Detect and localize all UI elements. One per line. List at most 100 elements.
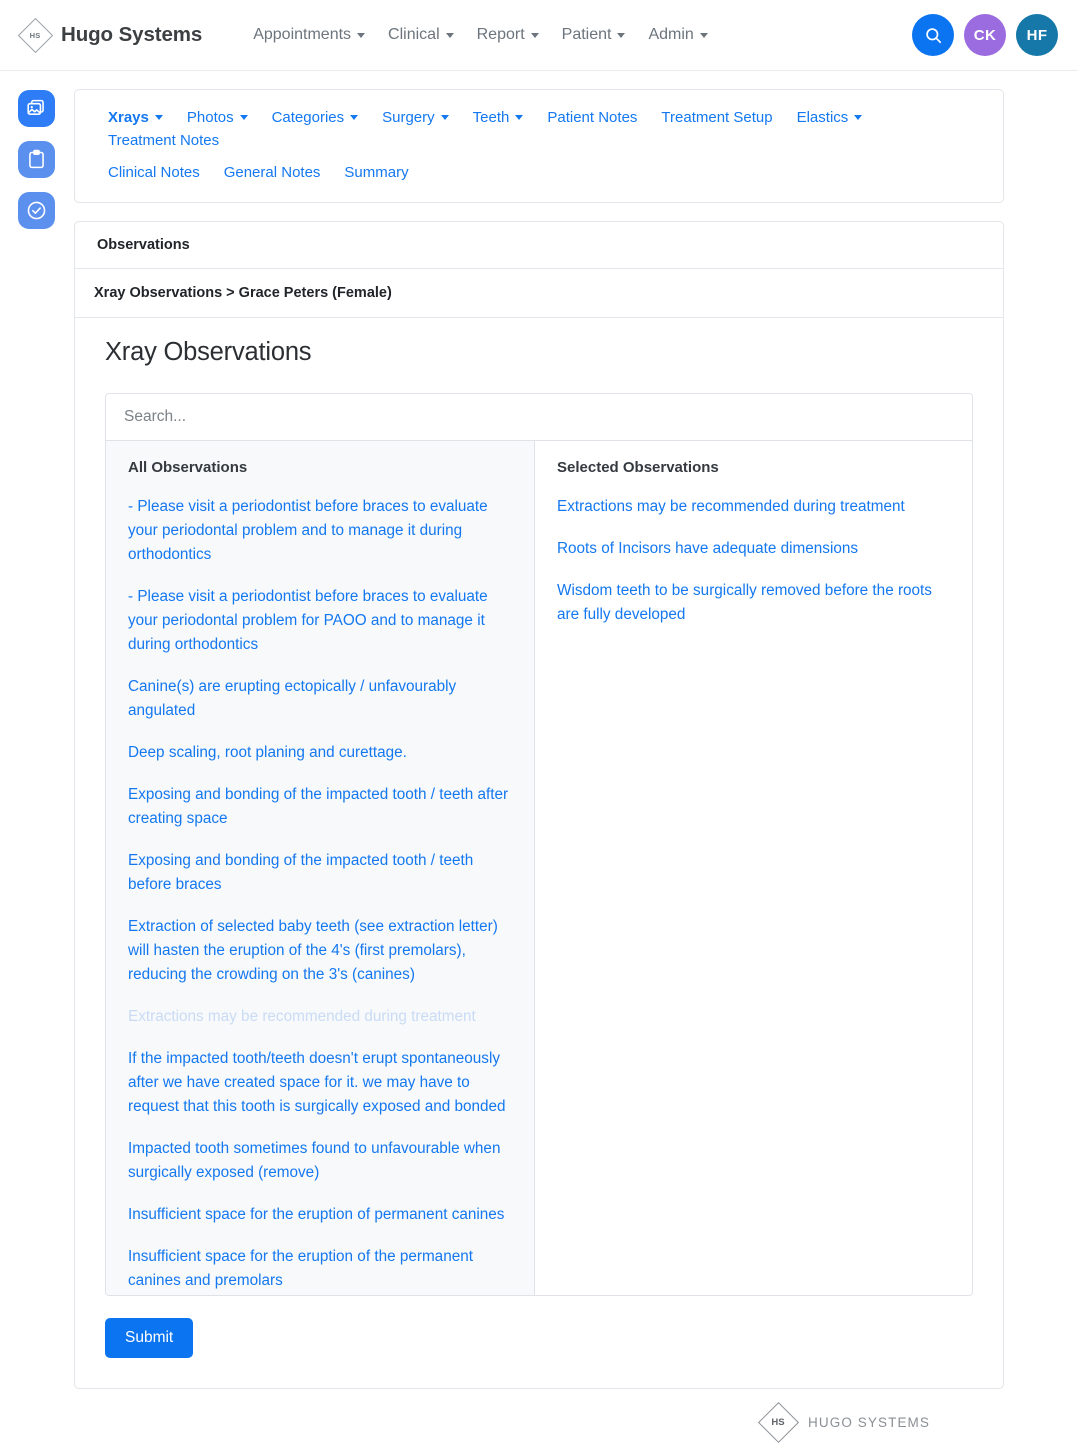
section-tabs-card: Xrays Photos Categories Surgery Teeth Pa…: [74, 89, 1004, 203]
footer-brand-name: HUGO SYSTEMS: [808, 1414, 930, 1430]
nav-item-clinical[interactable]: Clinical: [377, 18, 465, 52]
tab-clinical-notes[interactable]: Clinical Notes: [99, 161, 209, 184]
tab-label: Elastics: [796, 109, 849, 126]
avatar-initials: CK: [973, 26, 997, 44]
nav-item-label: Report: [476, 26, 525, 43]
tab-patient-notes[interactable]: Patient Notes: [538, 106, 646, 129]
nav-item-report[interactable]: Report: [466, 18, 550, 52]
page-content: Xrays Photos Categories Surgery Teeth Pa…: [0, 71, 1078, 1443]
tab-elastics[interactable]: Elastics: [788, 106, 872, 129]
observations-header: Observations: [75, 222, 1003, 269]
observations-body: Xray Observations All Observations - Ple…: [75, 318, 1003, 1296]
list-item[interactable]: Roots of Incisors have adequate dimensio…: [557, 537, 950, 561]
brand-mark-text: HS: [29, 30, 41, 40]
search-icon: [925, 27, 941, 43]
list-item[interactable]: Exposing and bonding of the impacted too…: [128, 849, 512, 897]
list-item[interactable]: Insufficient space for the eruption of t…: [128, 1245, 512, 1293]
page-title: Xray Observations: [105, 338, 312, 366]
chevron-down-icon: [515, 115, 524, 120]
chevron-down-icon: [617, 32, 626, 38]
list-item[interactable]: Extraction of selected baby teeth (see e…: [128, 915, 512, 987]
list-item[interactable]: - Please visit a periodontist before bra…: [128, 585, 512, 657]
tab-label: Teeth: [472, 109, 510, 126]
tab-label: Treatment Notes: [108, 132, 220, 149]
footer-hugo-diamond-icon: HS: [757, 1401, 799, 1443]
rail-button-tasks[interactable]: [18, 192, 55, 229]
chevron-down-icon: [357, 32, 366, 38]
nav-item-label: Admin: [648, 26, 694, 43]
avatar-ck[interactable]: CK: [964, 14, 1006, 56]
nav-item-appointments[interactable]: Appointments: [242, 18, 376, 52]
list-item[interactable]: Wisdom teeth to be surgically removed be…: [557, 579, 950, 627]
avatar-hf[interactable]: HF: [1016, 14, 1058, 56]
tab-label: Patient Notes: [547, 109, 638, 126]
tab-label: Photos: [186, 109, 234, 126]
tab-label: Surgery: [382, 109, 435, 126]
rail-button-clipboard[interactable]: [18, 141, 55, 178]
picker-panes: All Observations - Please visit a period…: [106, 441, 972, 1295]
nav-item-patient[interactable]: Patient: [551, 18, 637, 52]
selected-observations-pane[interactable]: Selected Observations Extractions may be…: [535, 441, 972, 1295]
hugo-diamond-icon: HS: [18, 18, 52, 52]
photos-icon: [27, 99, 44, 115]
chevron-down-icon: [154, 115, 163, 120]
tab-photos[interactable]: Photos: [178, 106, 257, 129]
list-item-disabled: Extractions may be recommended during tr…: [128, 1008, 476, 1025]
tab-label: Categories: [271, 109, 345, 126]
list-item[interactable]: Canine(s) are erupting ectopically / unf…: [128, 675, 512, 723]
rail-button-photos[interactable]: [18, 90, 55, 127]
nav-item-admin[interactable]: Admin: [637, 18, 718, 52]
list-item[interactable]: Insufficient space for the eruption of p…: [128, 1203, 512, 1227]
list-item[interactable]: - Please visit a periodontist before bra…: [128, 495, 512, 567]
list-item[interactable]: Deep scaling, root planing and curettage…: [128, 741, 512, 765]
footer-mark-text: HS: [771, 1416, 785, 1428]
tab-label: Xrays: [108, 109, 149, 126]
chevron-down-icon: [350, 115, 359, 120]
tab-label: Summary: [344, 164, 409, 181]
top-navbar: HS Hugo Systems Appointments Clinical Re…: [0, 0, 1078, 71]
brand-logo[interactable]: HS Hugo Systems: [18, 18, 203, 52]
search-input[interactable]: [106, 394, 972, 441]
tab-treatment-notes[interactable]: Treatment Notes: [99, 129, 228, 152]
left-icon-rail: [18, 90, 55, 229]
observations-card: Observations Xray Observations > Grace P…: [74, 221, 1004, 1389]
list-item[interactable]: Exposing and bonding of the impacted too…: [128, 783, 512, 831]
navbar-actions: CK HF: [912, 14, 1058, 56]
search-button[interactable]: [912, 14, 954, 56]
submit-button[interactable]: Submit: [105, 1318, 194, 1358]
tab-treatment-setup[interactable]: Treatment Setup: [652, 106, 781, 129]
tab-xrays[interactable]: Xrays: [99, 106, 172, 129]
tab-teeth[interactable]: Teeth: [464, 106, 533, 129]
nav-item-label: Clinical: [388, 26, 440, 43]
footer: HS HUGO SYSTEMS: [74, 1389, 1004, 1443]
all-observations-pane[interactable]: All Observations - Please visit a period…: [106, 441, 535, 1295]
tab-summary[interactable]: Summary: [335, 161, 417, 184]
section-tabs-row-2: Clinical Notes General Notes Summary: [99, 161, 979, 184]
chevron-down-icon: [239, 115, 248, 120]
list-item[interactable]: If the impacted tooth/teeth doesn't erup…: [128, 1047, 512, 1119]
observation-picker: All Observations - Please visit a period…: [105, 393, 973, 1296]
tab-label: Treatment Setup: [661, 109, 773, 126]
list-item[interactable]: Impacted tooth sometimes found to unfavo…: [128, 1137, 512, 1185]
chevron-down-icon: [530, 32, 539, 38]
chevron-down-icon: [445, 32, 454, 38]
brand-name: Hugo Systems: [61, 23, 203, 46]
clipboard-icon: [29, 149, 44, 169]
all-observations-title: All Observations: [128, 459, 248, 476]
tab-general-notes[interactable]: General Notes: [215, 161, 330, 184]
chevron-down-icon: [440, 115, 449, 120]
main-nav: Appointments Clinical Report Patient Adm…: [242, 18, 719, 52]
tab-surgery[interactable]: Surgery: [373, 106, 458, 129]
section-tabs-row-1: Xrays Photos Categories Surgery Teeth Pa…: [99, 106, 979, 152]
submit-row: Submit: [75, 1296, 1003, 1388]
nav-item-label: Patient: [561, 26, 612, 43]
chevron-down-icon: [854, 115, 863, 120]
avatar-initials: HF: [1026, 26, 1048, 44]
breadcrumb: Xray Observations > Grace Peters (Female…: [75, 269, 1003, 318]
tab-label: Clinical Notes: [108, 164, 200, 181]
nav-item-label: Appointments: [253, 26, 352, 43]
tab-categories[interactable]: Categories: [263, 106, 368, 129]
chevron-down-icon: [699, 32, 708, 38]
check-circle-icon: [27, 201, 46, 220]
list-item[interactable]: Extractions may be recommended during tr…: [557, 495, 950, 519]
